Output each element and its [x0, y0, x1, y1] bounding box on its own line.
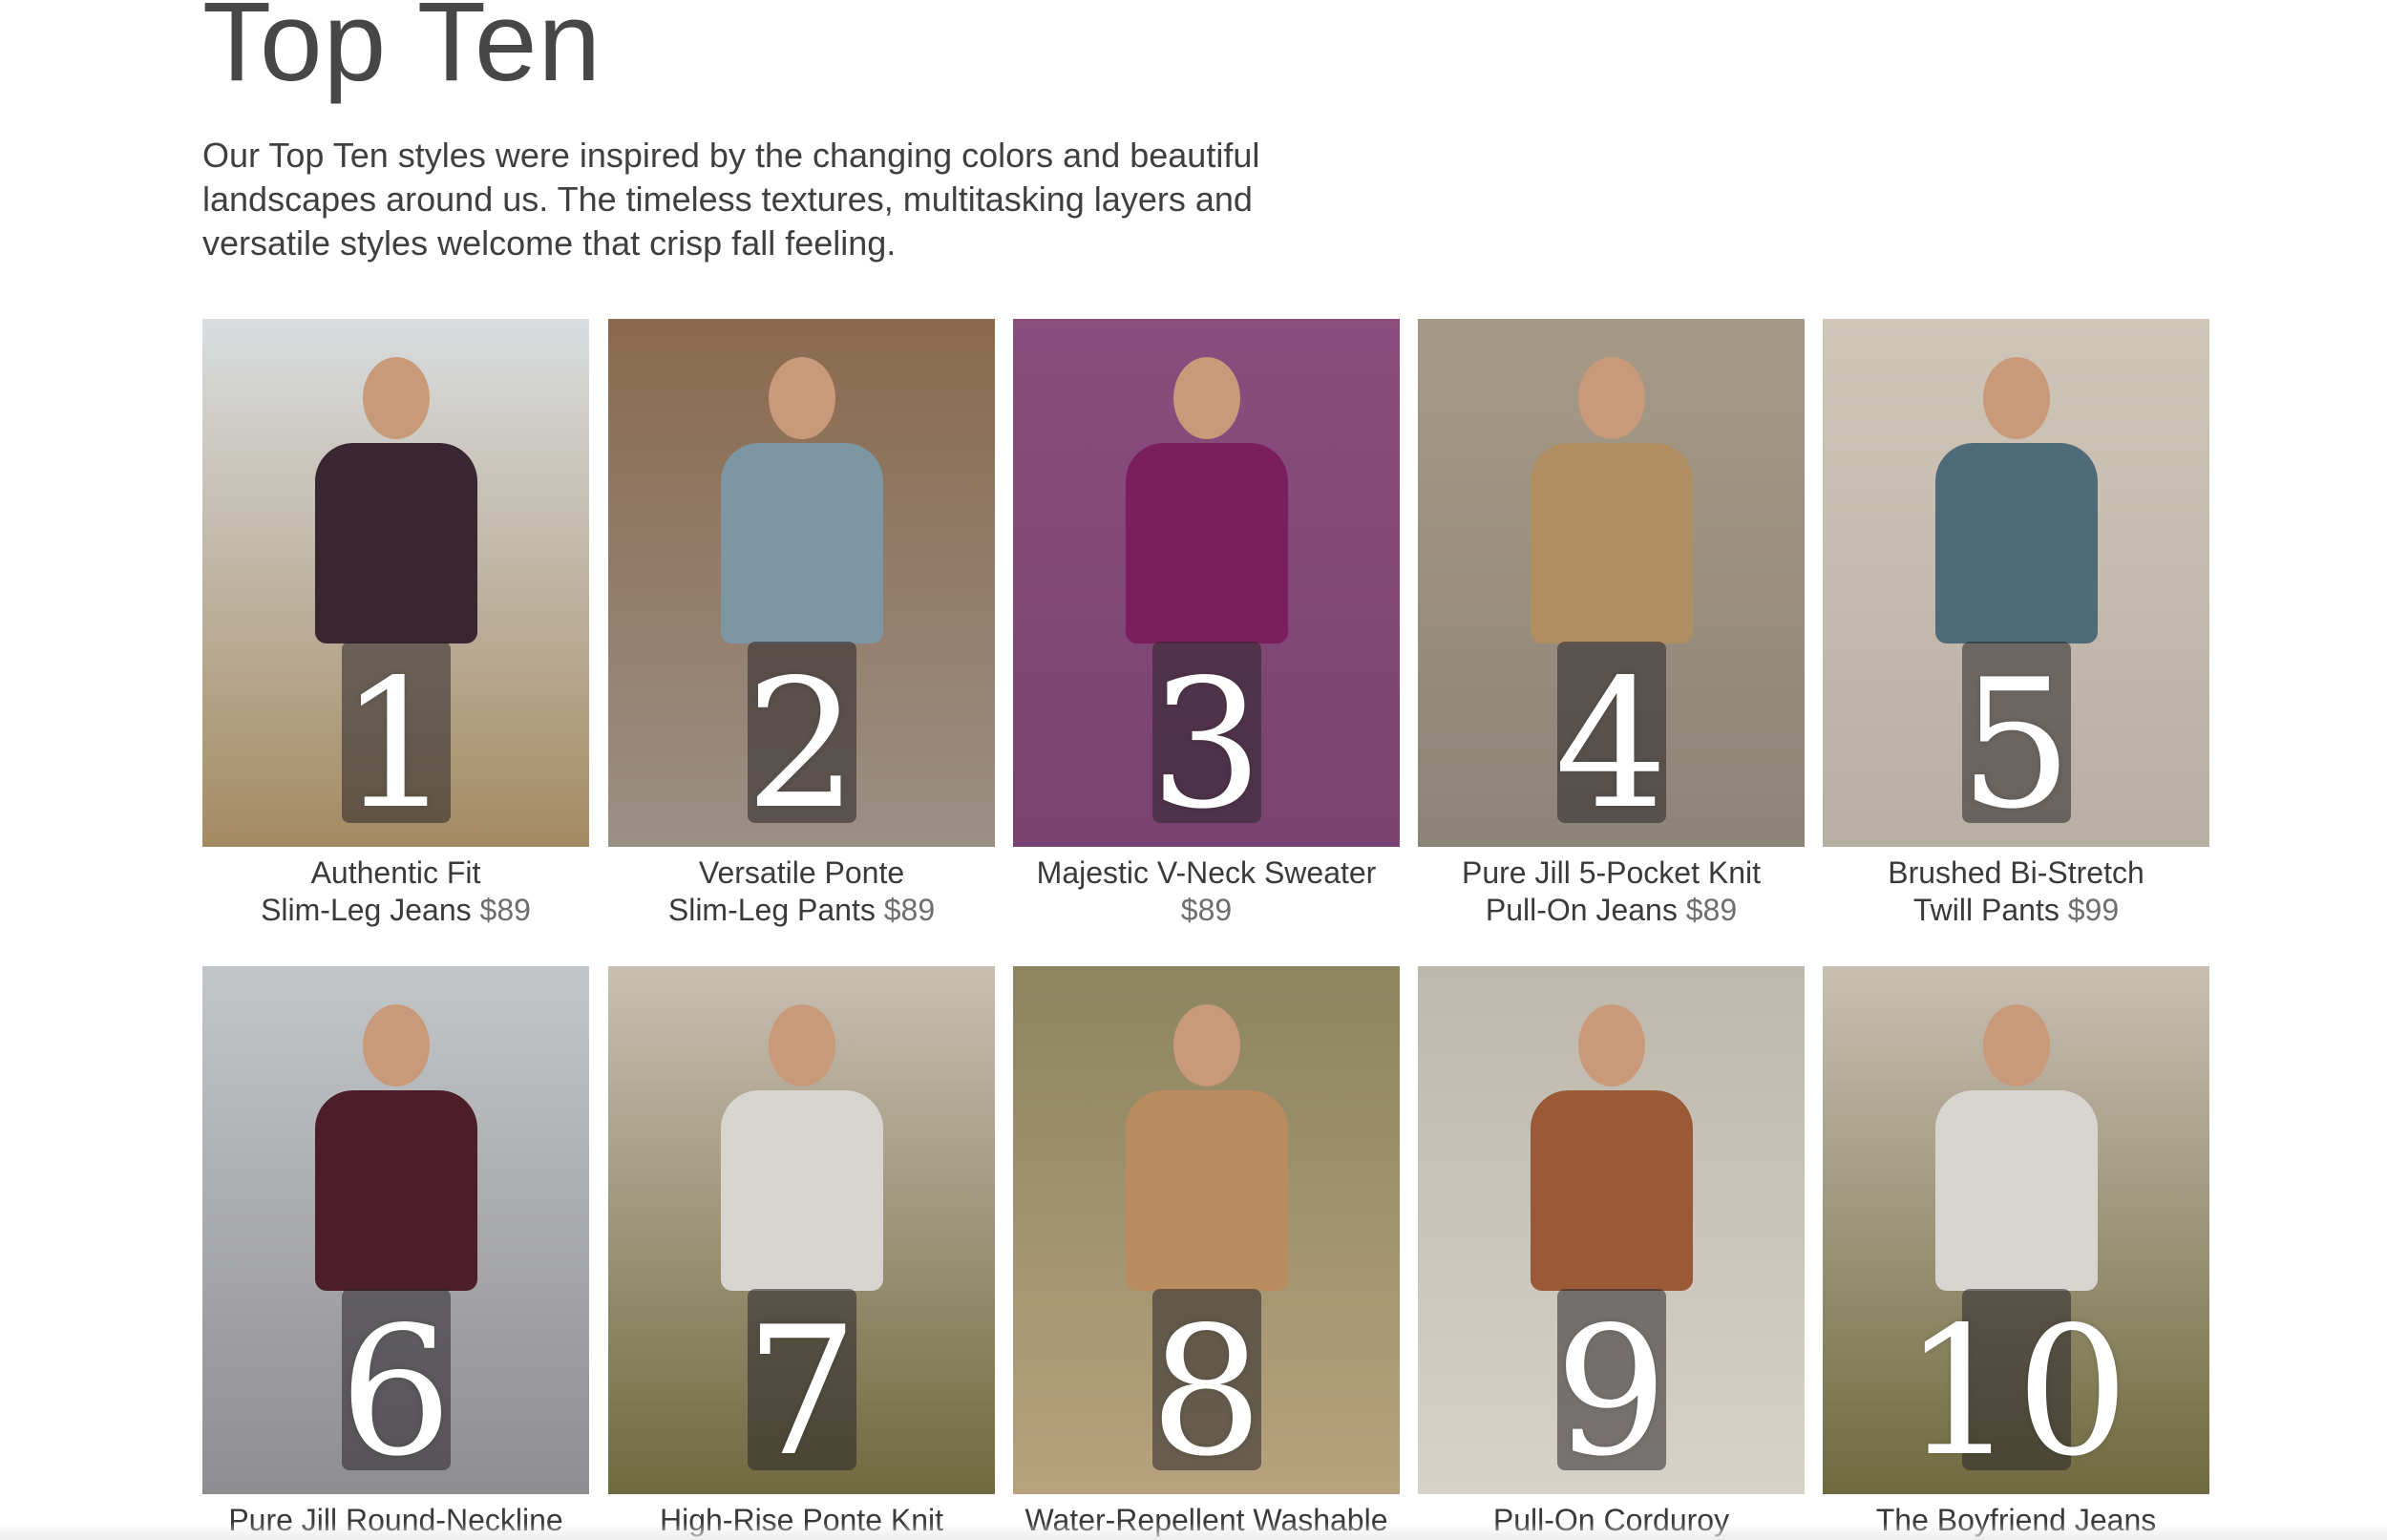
product-caption: Majestic V-Neck Sweater $89 [1013, 854, 1400, 929]
product-card: 3 Majestic V-Neck Sweater $89 [1013, 319, 1400, 929]
rank-number: 4 [1554, 641, 1668, 847]
model-outfit [1531, 1090, 1693, 1291]
rank-number: 5 [1959, 641, 2073, 847]
product-card: 1 Authentic Fit Slim-Leg Jeans $89 [202, 319, 589, 929]
rank-number: 3 [1150, 641, 1263, 847]
product-name-line2[interactable]: Pull-On Jeans [1486, 893, 1678, 927]
rank-number: 1 [339, 641, 453, 847]
model-head [363, 1004, 430, 1086]
model-head [1578, 357, 1645, 439]
product-name-line2[interactable]: Slim-Leg Pants [668, 893, 876, 927]
model-outfit [1935, 443, 2098, 643]
model-head [1173, 1004, 1240, 1086]
product-card: 5 Brushed Bi-Stretch Twill Pants $99 [1823, 319, 2209, 929]
product-photo-link[interactable]: 7 [608, 966, 995, 1494]
product-photo-link[interactable]: 8 [1013, 966, 1400, 1494]
rank-number: 10 [1903, 1288, 2129, 1494]
rank-number: 9 [1554, 1288, 1668, 1494]
model-outfit [1126, 1090, 1288, 1291]
model-head [363, 357, 430, 439]
product-photo-link[interactable]: 10 [1823, 966, 2209, 1494]
page-bottom-edge [0, 1523, 2387, 1540]
product-photo-link[interactable]: 6 [202, 966, 589, 1494]
product-card: 2 Versatile Ponte Slim-Leg Pants $89 [608, 319, 995, 929]
product-name-line1[interactable]: Brushed Bi-Stretch [1888, 855, 2144, 890]
rank-number: 7 [745, 1288, 858, 1494]
product-photo-link[interactable]: 9 [1418, 966, 1805, 1494]
product-name-line2[interactable]: Slim-Leg Jeans [261, 893, 472, 927]
product-name-line1[interactable]: Versatile Ponte [699, 855, 904, 890]
model-outfit [315, 443, 477, 643]
intro-paragraph: Our Top Ten styles were inspired by the … [202, 136, 1260, 263]
model-head [1983, 357, 2050, 439]
product-card: 8 Water-Repellent Washable [1013, 966, 1400, 1539]
model-outfit [315, 1090, 477, 1291]
product-name-line1[interactable]: Pure Jill 5-Pocket Knit [1462, 855, 1761, 890]
model-outfit [1531, 443, 1693, 643]
product-price: $99 [2067, 893, 2120, 927]
model-head [769, 357, 835, 439]
product-caption: Versatile Ponte Slim-Leg Pants $89 [608, 854, 995, 929]
model-head [769, 1004, 835, 1086]
product-name-line1[interactable]: Authentic Fit [311, 855, 481, 890]
product-card: 9 Pull-On Corduroy [1418, 966, 1805, 1539]
product-card: 6 Pure Jill Round-Neckline [202, 966, 589, 1539]
rank-number: 8 [1150, 1288, 1263, 1494]
product-photo-link[interactable]: 3 [1013, 319, 1400, 847]
rank-number: 2 [745, 641, 858, 847]
model-head [1578, 1004, 1645, 1086]
product-price: $89 [1685, 893, 1738, 927]
product-caption: Authentic Fit Slim-Leg Jeans $89 [202, 854, 589, 929]
product-caption: Pure Jill 5-Pocket Knit Pull-On Jeans $89 [1418, 854, 1805, 929]
model-head [1983, 1004, 2050, 1086]
model-head [1173, 357, 1240, 439]
product-price: $89 [883, 893, 936, 927]
product-card: 4 Pure Jill 5-Pocket Knit Pull-On Jeans $8… [1418, 319, 1805, 929]
product-price: $89 [1180, 893, 1233, 927]
product-photo-link[interactable]: 1 [202, 319, 589, 847]
model-outfit [1126, 443, 1288, 643]
product-name-line1[interactable]: Majestic V-Neck Sweater [1037, 855, 1377, 890]
product-price: $89 [479, 893, 531, 927]
model-outfit [721, 1090, 883, 1291]
product-grid: 1 Authentic Fit Slim-Leg Jeans $89 2 Versati… [202, 319, 2211, 1540]
product-photo-link[interactable]: 2 [608, 319, 995, 847]
product-card: 10 The Boyfriend Jeans [1823, 966, 2209, 1539]
model-outfit [1935, 1090, 2098, 1291]
product-name-line2[interactable]: Twill Pants [1913, 893, 2060, 927]
product-caption: Brushed Bi-Stretch Twill Pants $99 [1823, 854, 2209, 929]
product-photo-link[interactable]: 5 [1823, 319, 2209, 847]
model-outfit [721, 443, 883, 643]
product-photo-link[interactable]: 4 [1418, 319, 1805, 847]
product-card: 7 High-Rise Ponte Knit [608, 966, 995, 1539]
rank-number: 6 [339, 1288, 453, 1494]
page-title: Top Ten [202, 0, 602, 105]
